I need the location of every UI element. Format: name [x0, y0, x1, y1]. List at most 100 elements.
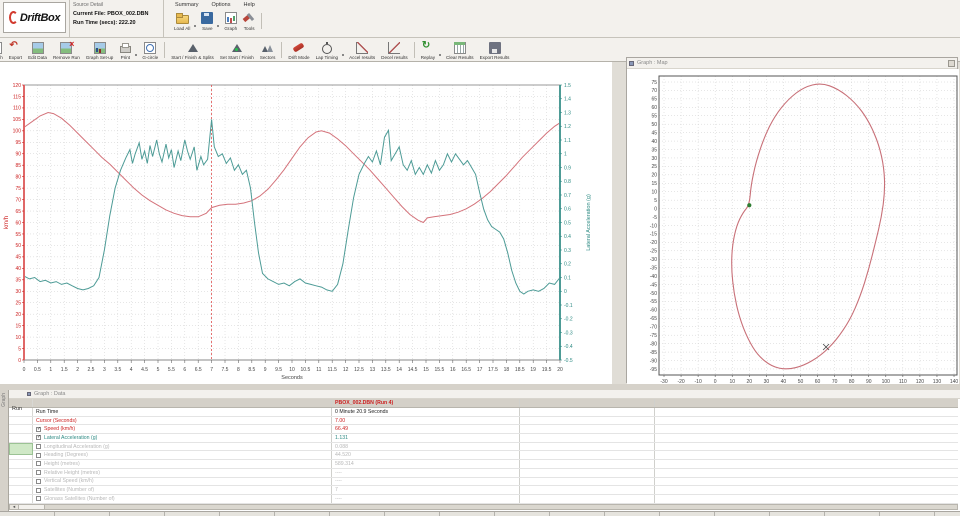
scrollbar-thumb[interactable] — [19, 505, 45, 509]
table-row-glonass-satellites-number-of[interactable]: Glonass Satellites (Number of)---- — [9, 495, 958, 504]
remove-run-button[interactable]: Remove Run — [50, 41, 83, 62]
svg-text:1.3: 1.3 — [564, 110, 571, 116]
svg-text:-95: -95 — [650, 367, 657, 373]
checkbox-height-metres[interactable] — [36, 461, 41, 466]
parameter-label: Relative Height (metres) — [44, 470, 100, 476]
svg-text:3: 3 — [103, 367, 106, 373]
clear-results-button[interactable]: Clear Results — [443, 41, 477, 62]
svg-text:2.5: 2.5 — [88, 367, 95, 373]
checkbox-lateral-acceleration-g[interactable] — [36, 435, 41, 440]
lap-timing-button[interactable]: Lap Timing — [313, 41, 341, 62]
svg-text:-0.2: -0.2 — [564, 317, 573, 323]
menu-item-options[interactable]: Options — [210, 2, 233, 8]
load-all-button[interactable]: Load All — [171, 11, 193, 32]
checkbox-speed-km-h[interactable] — [36, 427, 41, 432]
drift-mode-button[interactable]: Drift Mode — [285, 41, 312, 62]
side-tab-label: Graph — [1, 393, 7, 407]
checkbox-satellites-number-of[interactable] — [36, 488, 41, 493]
data-panel-title: Graph : Data — [34, 391, 66, 397]
horizontal-scrollbar[interactable]: ◄ — [9, 504, 958, 510]
replay-button[interactable]: Replay — [418, 41, 438, 62]
dropdown-dot[interactable] — [135, 54, 137, 56]
map-panel-header[interactable]: Graph : Map — [627, 58, 957, 69]
svg-text:10: 10 — [651, 190, 657, 196]
start-finish-splits-icon — [187, 42, 199, 54]
table-row-lateral-acceleration-g[interactable]: Lateral Acceleration (g)1.131 — [9, 434, 958, 443]
svg-text:-40: -40 — [650, 274, 657, 280]
set-start-finish-button[interactable]: Set Start / Finish — [217, 41, 257, 62]
checkbox-longitudinal-acceleration-g[interactable] — [36, 444, 41, 449]
table-row-cursor-seconds[interactable]: Cursor (Seconds)7.00 — [9, 417, 958, 426]
parameter-value: 44.520 — [335, 452, 351, 458]
svg-text:75: 75 — [15, 186, 21, 192]
export-button[interactable]: Export — [6, 41, 25, 62]
gutter-cell — [9, 460, 33, 468]
table-row-vertical-speed-km-h[interactable]: Vertical Speed (km/h)---- — [9, 478, 958, 487]
empty-cell — [520, 443, 655, 451]
svg-text:70: 70 — [651, 88, 657, 94]
graph-button[interactable]: Graph — [221, 11, 240, 32]
svg-text:1: 1 — [49, 367, 52, 373]
dropdown-dot[interactable] — [217, 25, 219, 27]
checkbox-heading-degrees[interactable] — [36, 453, 41, 458]
checkbox-glonass-satellites-number-of[interactable] — [36, 496, 41, 501]
dropdown-dot[interactable] — [342, 54, 344, 56]
scroll-left-arrow-icon[interactable]: ◄ — [10, 505, 19, 509]
table-row-height-metres[interactable]: Height (metres)589.314 — [9, 460, 958, 469]
svg-text:35: 35 — [651, 147, 657, 153]
svg-text:-0.1: -0.1 — [564, 303, 573, 309]
save-button[interactable]: Save — [198, 11, 216, 32]
menu-item-summary[interactable]: Summary — [173, 2, 201, 8]
table-row-satellites-number-of[interactable]: Satellites (Number of)7 — [9, 486, 958, 495]
decel-results-button[interactable]: Decel results — [378, 41, 411, 62]
svg-text:8.5: 8.5 — [248, 367, 255, 373]
map-panel: Graph : Map -30-20-100102030405060708090… — [626, 57, 958, 383]
parameter-label: Heading (Degrees) — [44, 452, 88, 458]
table-row-heading-degrees[interactable]: Heading (Degrees) 44.520 — [9, 451, 958, 460]
tools-button[interactable]: Tools — [240, 11, 258, 32]
svg-text:105: 105 — [13, 117, 22, 123]
checkbox-relative-height-metres[interactable] — [36, 470, 41, 475]
start-finish-splits-button[interactable]: Start / Finish & Splits — [168, 41, 217, 62]
parameter-name-cell: Speed (km/h) — [33, 425, 332, 433]
table-row-speed-km-h[interactable]: Speed (km/h)66.49 — [9, 425, 958, 434]
export-results-button[interactable]: Export Results — [477, 41, 513, 62]
svg-text:35: 35 — [15, 278, 21, 284]
graph-set-up-button[interactable]: Graph Set-up — [83, 41, 117, 62]
accel-results-button[interactable]: Accel results — [346, 41, 378, 62]
g-circle-button[interactable]: G-circle — [139, 41, 161, 62]
data-panel-side-tab[interactable]: Graph — [0, 390, 9, 516]
edit-data-button[interactable]: Edit Data — [25, 41, 50, 62]
empty-cell — [520, 486, 655, 494]
checkbox-vertical-speed-km-h[interactable] — [36, 479, 41, 484]
decel-results-label: Decel results — [381, 55, 408, 60]
svg-text:-85: -85 — [650, 350, 657, 356]
table-row-run-time[interactable]: Run Time0 Minute 20.9 Seconds — [9, 408, 958, 417]
run-column-header[interactable]: PBOX_002.DBN (Run 4) — [332, 399, 520, 407]
current-position-dot[interactable] — [747, 203, 751, 207]
data-panel-header[interactable]: Graph : Data — [9, 390, 960, 399]
table-row-relative-height-metres[interactable]: Relative Height (metres)---- — [9, 469, 958, 478]
map-panel-button[interactable] — [948, 60, 955, 67]
svg-text:0.8: 0.8 — [564, 179, 571, 185]
clear-results-icon — [454, 42, 466, 54]
svg-text:1: 1 — [564, 152, 567, 158]
svg-text:65: 65 — [15, 209, 21, 215]
svg-text:-35: -35 — [650, 265, 657, 271]
svg-text:12.5: 12.5 — [354, 367, 364, 373]
edit-data-label: Edit Data — [28, 55, 47, 60]
table-row-longitudinal-acceleration-g[interactable]: Longitudinal Acceleration (g)0.088 — [9, 443, 958, 452]
svg-text:3.5: 3.5 — [114, 367, 121, 373]
svg-text:1.5: 1.5 — [564, 83, 571, 89]
svg-text:12: 12 — [343, 367, 349, 373]
dropdown-dot[interactable] — [194, 25, 196, 27]
empty-cell — [655, 451, 958, 459]
selected-gutter-cell[interactable] — [9, 443, 33, 455]
print-button[interactable]: Print — [116, 41, 134, 62]
sectors-button[interactable]: Sectors — [257, 41, 279, 62]
svg-text:11: 11 — [316, 367, 321, 373]
menu-item-help[interactable]: Help — [242, 2, 257, 8]
empty-cell — [520, 417, 655, 425]
svg-text:0.5: 0.5 — [34, 367, 41, 373]
dropdown-dot[interactable] — [439, 54, 441, 56]
